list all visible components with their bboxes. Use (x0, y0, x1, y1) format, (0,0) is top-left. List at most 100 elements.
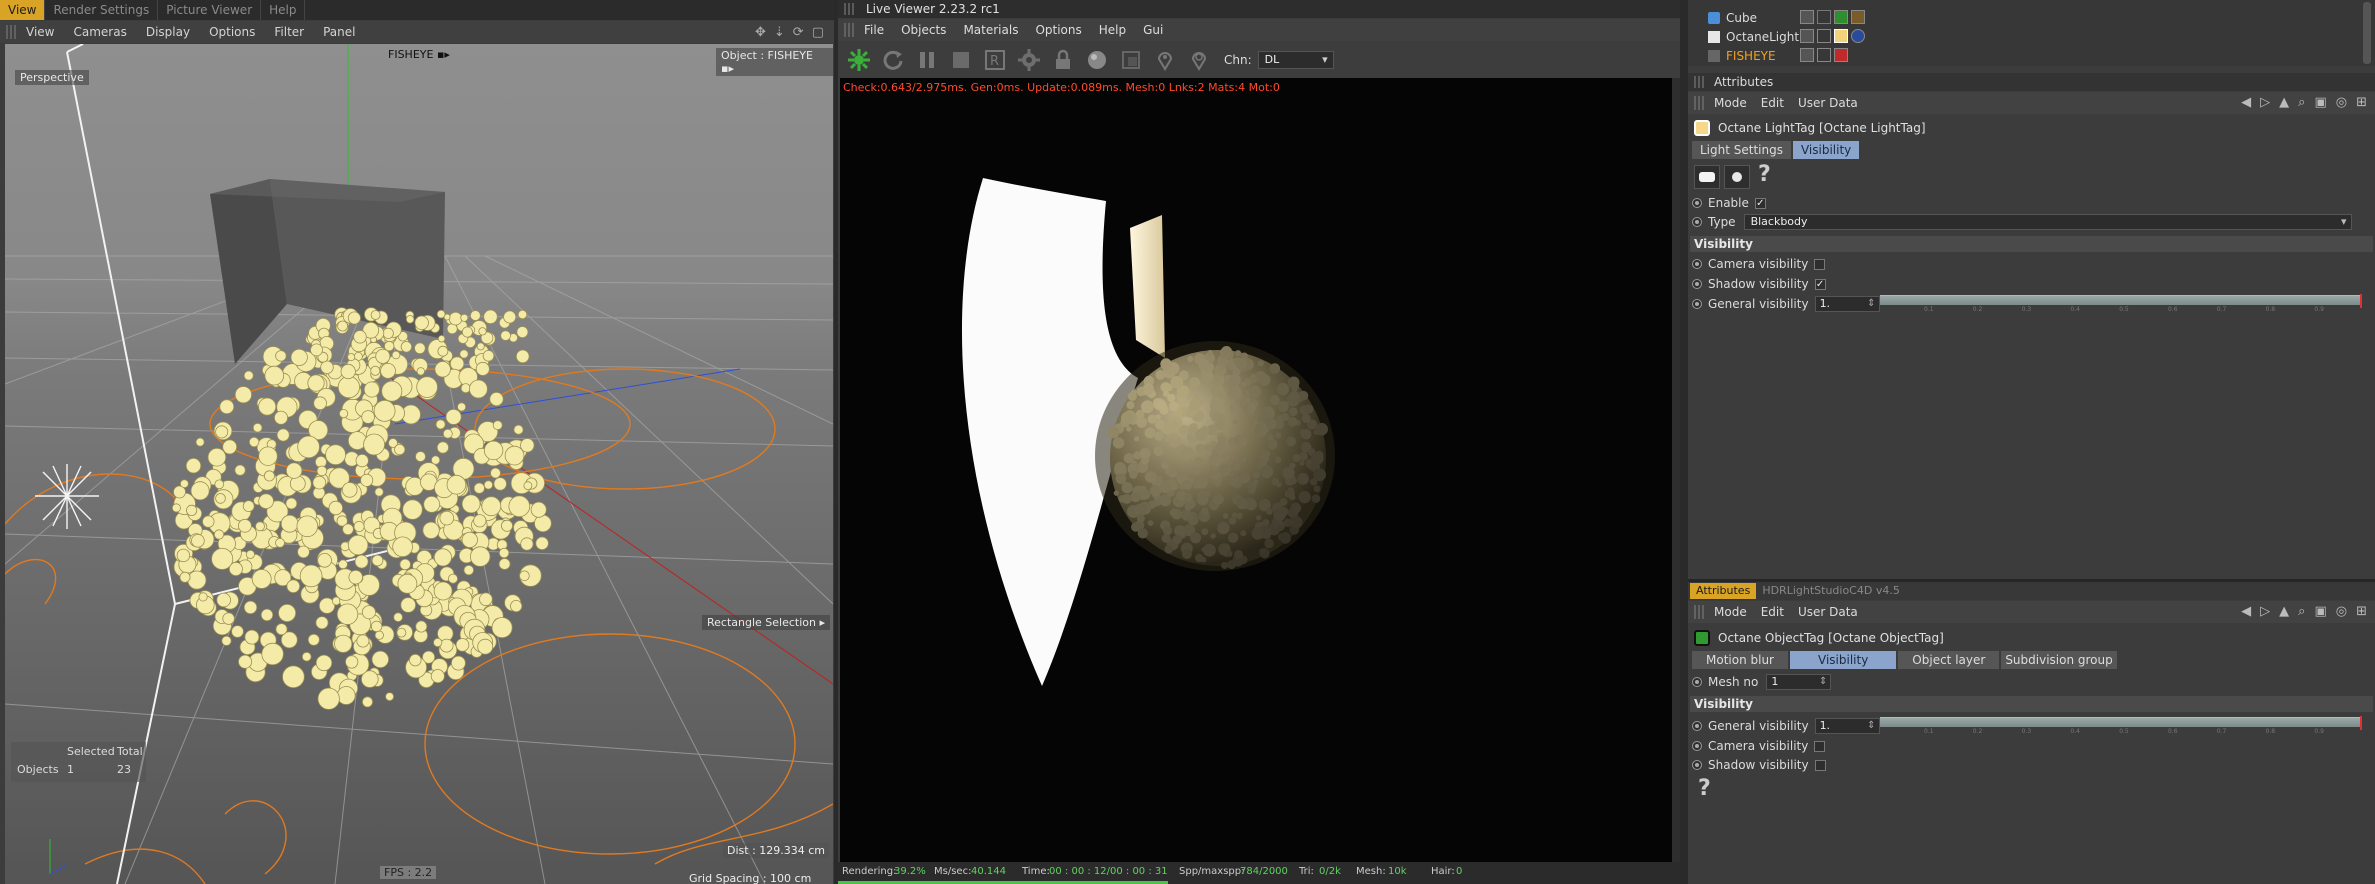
menu-options[interactable]: Options (209, 25, 255, 39)
grip-icon[interactable] (844, 23, 854, 37)
menu-mode[interactable]: Mode (1714, 96, 1747, 110)
new-panel-icon[interactable]: ⊞ (2356, 604, 2367, 619)
up-arrow-icon[interactable]: ▲ (2279, 604, 2289, 619)
tab-object-layer[interactable]: Object layer (1898, 651, 2000, 669)
object-row-fisheye[interactable]: FISHEYE (1688, 46, 2360, 65)
render-toggle-icon[interactable] (1800, 29, 1814, 43)
grip-icon[interactable] (1694, 605, 1704, 619)
lock-icon[interactable]: ▣ (2314, 604, 2326, 619)
animate-dot-icon[interactable] (1692, 677, 1702, 687)
pick-object-button[interactable] (1184, 45, 1214, 75)
render-toggle-icon[interactable] (1800, 48, 1814, 62)
pause-button[interactable] (912, 45, 942, 75)
target-icon[interactable]: ◎ (2336, 604, 2347, 619)
settings-button[interactable] (1014, 45, 1044, 75)
menu-user-data[interactable]: User Data (1798, 605, 1858, 619)
animate-dot-icon[interactable] (1692, 299, 1702, 309)
menu-edit[interactable]: Edit (1761, 605, 1784, 619)
lock-icon[interactable]: ▣ (2314, 95, 2326, 110)
light-tag-icon[interactable] (1834, 29, 1848, 43)
menu-help[interactable]: Help (1099, 23, 1126, 37)
pick-material-button[interactable] (1150, 45, 1180, 75)
grip-icon[interactable] (1694, 96, 1704, 110)
enable-checkbox[interactable]: ✓ (1754, 197, 1766, 209)
visibility-section-header-2[interactable]: Visibility (1690, 696, 2373, 712)
perspective-label[interactable]: Perspective (15, 70, 89, 85)
back-arrow-icon[interactable]: ◀ (2241, 604, 2251, 619)
menu-file[interactable]: File (864, 23, 884, 37)
menu-edit[interactable]: Edit (1761, 96, 1784, 110)
render-canvas[interactable]: Check:0.643/2.975ms. Gen:0ms. Update:0.0… (840, 78, 1676, 862)
send-scene-button[interactable] (844, 45, 874, 75)
forward-arrow-icon[interactable]: ▷ (2260, 604, 2270, 619)
panel-splitter[interactable] (1680, 0, 1688, 884)
menu-objects[interactable]: Objects (901, 23, 946, 37)
animate-dot-icon[interactable] (1692, 741, 1702, 751)
menu-gui[interactable]: Gui (1143, 23, 1163, 37)
region-render-button[interactable]: R (980, 45, 1010, 75)
stop-button[interactable] (946, 45, 976, 75)
visibility-toggle-icon[interactable] (1817, 10, 1831, 24)
animate-dot-icon[interactable] (1692, 217, 1702, 227)
visibility-toggle-icon[interactable] (1817, 29, 1831, 43)
move-view-icon[interactable]: ✥ (755, 25, 766, 40)
menu-options[interactable]: Options (1035, 23, 1081, 37)
new-panel-icon[interactable]: ⊞ (2356, 95, 2367, 110)
animate-dot-icon[interactable] (1692, 721, 1702, 731)
pick-focus-button[interactable] (1116, 45, 1146, 75)
light-preset-button[interactable] (1694, 165, 1720, 189)
general-visibility-input[interactable]: 1. (1814, 296, 1880, 312)
mesh-no-input[interactable]: 1 (1766, 674, 1832, 690)
material-preview-button[interactable] (1082, 45, 1112, 75)
object-row-octanelight[interactable]: OctaneLight (1688, 27, 2360, 46)
tab-light-settings[interactable]: Light Settings (1692, 141, 1791, 159)
shadow-visibility-checkbox[interactable]: ✓ (1814, 278, 1826, 290)
menu-view[interactable]: View (26, 25, 54, 39)
forward-arrow-icon[interactable]: ▷ (2260, 95, 2270, 110)
menu-display[interactable]: Display (146, 25, 190, 39)
tab-motion-blur[interactable]: Motion blur (1692, 651, 1788, 669)
type-select[interactable]: Blackbody (1743, 214, 2352, 230)
back-arrow-icon[interactable]: ◀ (2241, 95, 2251, 110)
dolly-view-icon[interactable]: ⇣ (774, 25, 785, 40)
animate-dot-icon[interactable] (1692, 198, 1702, 208)
menu-filter[interactable]: Filter (274, 25, 304, 39)
help-icon[interactable]: ? (1698, 776, 1711, 801)
tab-subdivision-group[interactable]: Subdivision group (2001, 651, 2117, 669)
target-tag-icon[interactable] (1851, 29, 1865, 43)
octane-object-tag-icon[interactable] (1834, 10, 1848, 24)
help-icon[interactable]: ? (1758, 162, 1771, 187)
tab-view[interactable]: View (0, 0, 46, 20)
menu-mode[interactable]: Mode (1714, 605, 1747, 619)
shadow-visibility-checkbox[interactable] (1814, 759, 1826, 771)
target-icon[interactable]: ◎ (2336, 95, 2347, 110)
3d-viewport[interactable]: Perspective FISHEYE ▪▸ Object : FISHEYE … (5, 44, 833, 884)
tab-render-settings[interactable]: Render Settings (45, 0, 159, 20)
octane-camera-tag-icon[interactable] (1834, 48, 1848, 62)
animate-dot-icon[interactable] (1692, 259, 1702, 269)
search-icon[interactable]: ⌕ (2298, 604, 2305, 619)
menu-materials[interactable]: Materials (963, 23, 1018, 37)
grip-icon[interactable] (1694, 76, 1704, 88)
light-settings-button[interactable] (1724, 165, 1750, 189)
general-visibility-slider[interactable] (1880, 294, 2362, 308)
menu-cameras[interactable]: Cameras (73, 25, 126, 39)
tab-hdrlightstudio[interactable]: HDRLightStudioC4D v4.5 (1756, 583, 1906, 599)
menu-user-data[interactable]: User Data (1798, 96, 1858, 110)
search-icon[interactable]: ⌕ (2298, 95, 2305, 110)
visibility-toggle-icon[interactable] (1817, 48, 1831, 62)
tab-visibility[interactable]: Visibility (1790, 651, 1897, 669)
general-visibility-input[interactable]: 1. (1814, 718, 1880, 734)
visibility-section-header[interactable]: Visibility (1690, 236, 2373, 252)
animate-dot-icon[interactable] (1692, 760, 1702, 770)
menu-panel[interactable]: Panel (323, 25, 355, 39)
tab-visibility[interactable]: Visibility (1792, 141, 1860, 159)
render-toggle-icon[interactable] (1800, 10, 1814, 24)
animate-dot-icon[interactable] (1692, 279, 1702, 289)
channel-select[interactable]: DL (1257, 51, 1334, 69)
camera-visibility-checkbox[interactable] (1814, 258, 1826, 270)
object-row-cube[interactable]: Cube (1688, 8, 2360, 27)
vertical-scrollbar[interactable] (1672, 78, 1680, 862)
grip-icon[interactable] (844, 3, 854, 15)
tab-picture-viewer[interactable]: Picture Viewer (158, 0, 262, 20)
